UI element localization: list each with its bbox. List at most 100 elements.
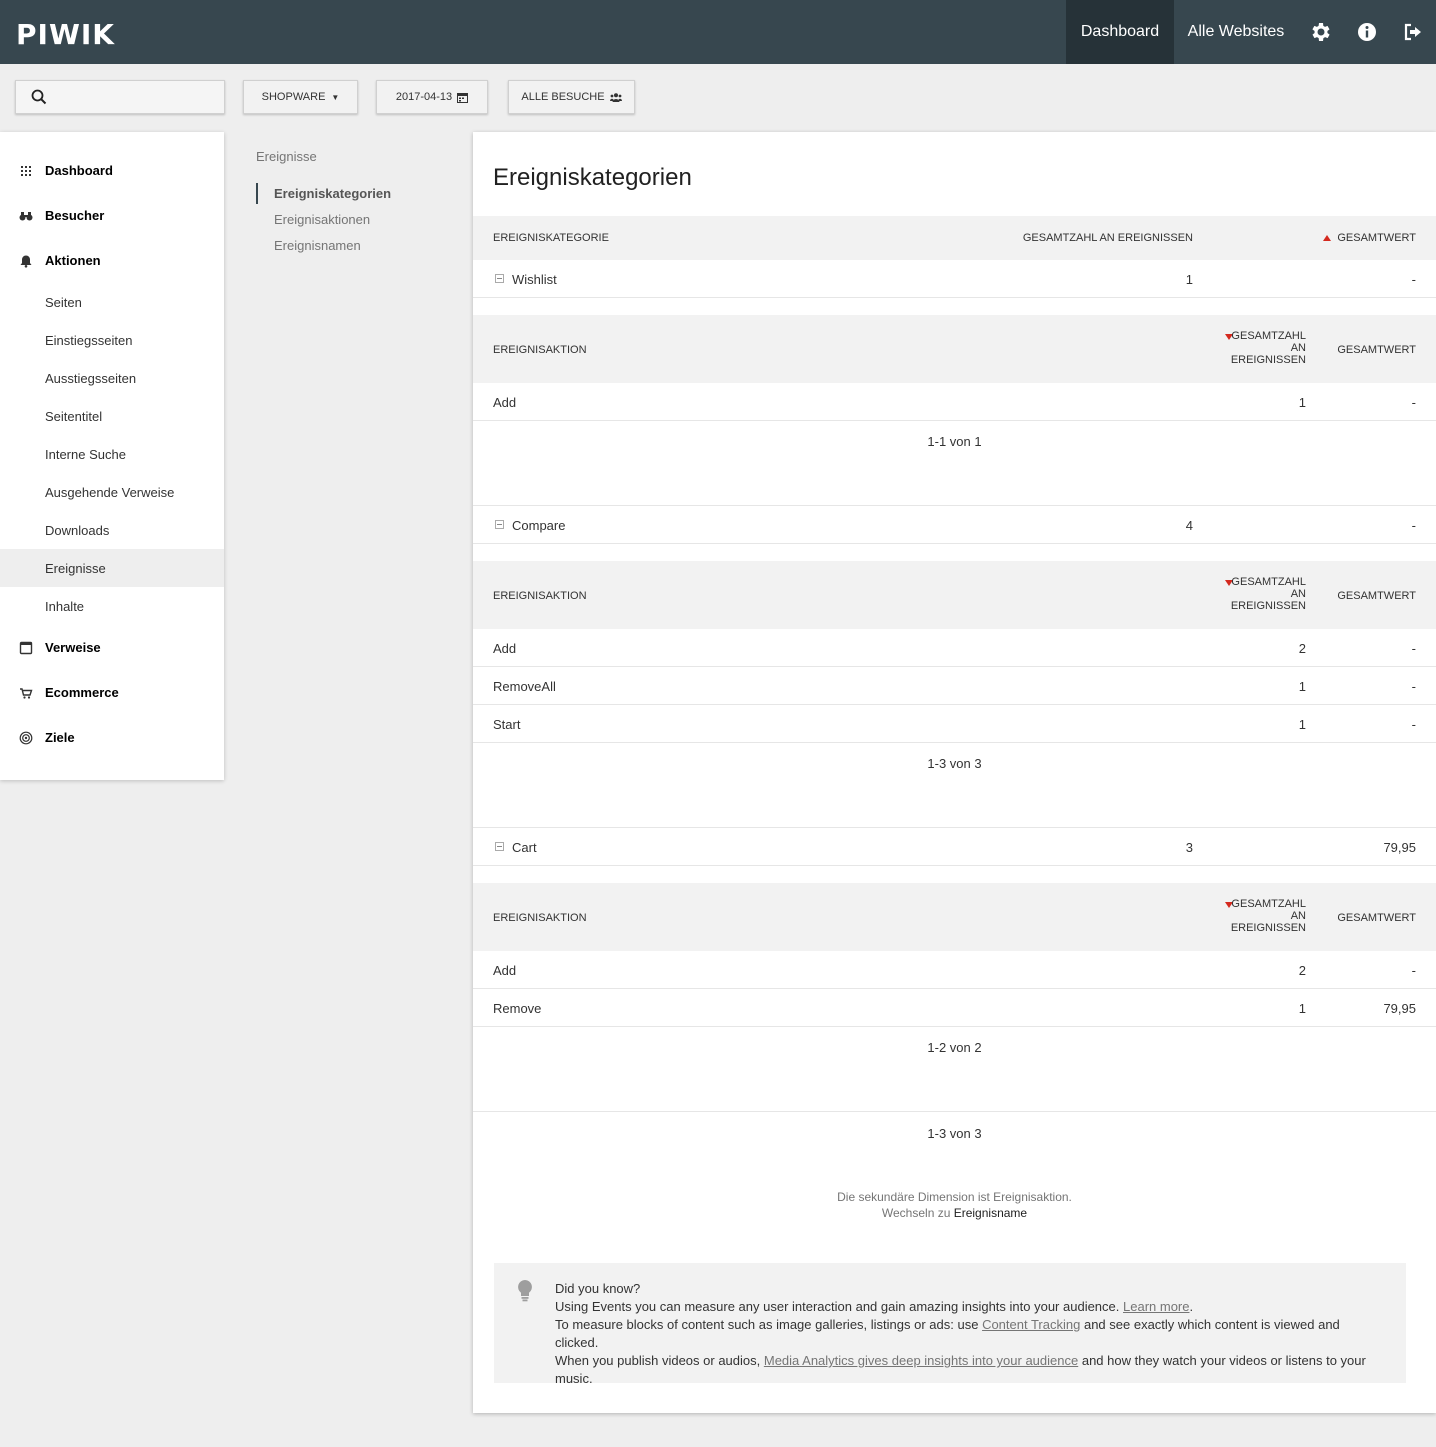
- action-value: -: [1411, 679, 1416, 694]
- action-total: 1: [1298, 679, 1306, 694]
- tip-line-3-text-a: When you publish videos or audios,: [555, 1353, 761, 1368]
- sidebar-subitem-label: Interne Suche: [45, 446, 126, 462]
- sidebar-subitem-einstiegsseiten[interactable]: Einstiegsseiten: [0, 321, 224, 359]
- column-header-total[interactable]: GESAMTZAHL AN EREIGNISSEN: [1023, 232, 1193, 244]
- collapse-icon[interactable]: [495, 274, 504, 283]
- sidebar-item-label: Besucher: [45, 208, 105, 223]
- column-header-category[interactable]: EREIGNISKATEGORIE: [493, 232, 609, 244]
- nav-dashboard-link[interactable]: Dashboard: [1066, 0, 1174, 64]
- sidebar-subitem-downloads[interactable]: Downloads: [0, 511, 224, 549]
- tip-line-1: Using Events you can measure any user in…: [555, 1299, 1194, 1314]
- sidebar-subitem-ausgehende-verweise[interactable]: Ausgehende Verweise: [0, 473, 224, 511]
- table-row-action[interactable]: Add 1 -: [473, 383, 1436, 421]
- subtable-header: EREIGNISAKTION GESAMTZAHL AN EREIGNISSEN G…: [473, 883, 1436, 951]
- subcolumn-header-total[interactable]: GESAMTZAHL AN EREIGNISSEN: [1231, 330, 1306, 366]
- submenu-item-ereigniskategorien[interactable]: Ereigniskategorien: [274, 186, 391, 201]
- sidebar-item-label: Ecommerce: [45, 685, 119, 700]
- tip-line-2: To measure blocks of content such as ima…: [555, 1316, 1385, 1352]
- sidebar-subitem-label: Einstiegsseiten: [45, 332, 133, 348]
- submenu-item-ereignisnamen[interactable]: Ereignisnamen: [274, 238, 361, 253]
- sidebar-subitem-label: Downloads: [45, 522, 110, 538]
- table-header: EREIGNISKATEGORIE GESAMTZAHL AN EREIGNIS…: [473, 216, 1436, 260]
- site-selector[interactable]: SHOPWARE ▼: [243, 80, 358, 114]
- subcolumn-header-total[interactable]: GESAMTZAHL AN EREIGNISSEN: [1231, 576, 1306, 612]
- table-row-action[interactable]: RemoveAll 1 -: [473, 667, 1436, 705]
- action-name: RemoveAll: [493, 679, 556, 694]
- content-tracking-link[interactable]: Content Tracking: [982, 1317, 1080, 1332]
- table-row-action[interactable]: Remove 1 79,95: [473, 989, 1436, 1027]
- sidebar-subitem-inhalte[interactable]: Inhalte: [0, 587, 224, 625]
- subcolumn-header-action[interactable]: EREIGNISAKTION: [493, 590, 587, 602]
- category-value: -: [1411, 272, 1416, 287]
- info-icon[interactable]: [1355, 20, 1379, 44]
- users-icon: [609, 92, 622, 102]
- media-analytics-link[interactable]: Media Analytics gives deep insights into…: [764, 1353, 1078, 1368]
- sidebar-subitem-label: Ausstiegsseiten: [45, 370, 137, 386]
- action-value: -: [1411, 963, 1416, 978]
- collapse-icon[interactable]: [495, 520, 504, 529]
- caret-down-icon: ▼: [331, 92, 340, 102]
- action-value: 79,95: [1383, 1001, 1416, 1016]
- subcolumn-header-action[interactable]: EREIGNISAKTION: [493, 344, 587, 356]
- subtable-pagination: 1-1 von 1: [927, 434, 982, 449]
- report-title: Ereigniskategorien: [493, 164, 692, 191]
- action-total: 2: [1298, 641, 1306, 656]
- sidebar-item-besucher[interactable]: Besucher: [0, 193, 224, 238]
- category-name: Compare: [512, 518, 566, 533]
- subcolumn-header-total-line1: GESAMTZAHL: [1231, 898, 1306, 910]
- piwik-logo[interactable]: PIWIK: [16, 18, 115, 51]
- subcolumn-header-total-line2: AN: [1290, 910, 1306, 922]
- row-divider: [473, 420, 1436, 421]
- sidebar-subitem-interne-suche[interactable]: Interne Suche: [0, 435, 224, 473]
- sidebar-item-ecommerce[interactable]: Ecommerce: [0, 670, 224, 715]
- subtable-header: EREIGNISAKTION GESAMTZAHL AN EREIGNISSEN G…: [473, 561, 1436, 629]
- subcolumn-header-value[interactable]: GESAMTWERT: [1337, 912, 1416, 924]
- sidebar-subitem-label: Inhalte: [45, 598, 85, 614]
- collapse-icon[interactable]: [495, 842, 504, 851]
- sidebar-subitem-seiten[interactable]: Seiten: [0, 283, 224, 321]
- secondary-dimension-switch: Wechseln zu Ereignisname: [473, 1205, 1436, 1221]
- learn-more-link[interactable]: Learn more: [1123, 1299, 1189, 1314]
- subcolumn-header-action[interactable]: EREIGNISAKTION: [493, 912, 587, 924]
- subcolumn-header-value[interactable]: GESAMTWERT: [1337, 590, 1416, 602]
- sidebar-subitem-seitentitel[interactable]: Seitentitel: [0, 397, 224, 435]
- category-total: 1: [1185, 272, 1193, 287]
- row-divider: [473, 742, 1436, 743]
- subcolumn-header-total[interactable]: GESAMTZAHL AN EREIGNISSEN: [1231, 898, 1306, 934]
- secondary-dimension-note: Die sekundäre Dimension ist Ereignisakti…: [473, 1189, 1436, 1221]
- sidebar-subitem-ausstiegsseiten[interactable]: Ausstiegsseiten: [0, 359, 224, 397]
- sidebar-subitem-label: Seitentitel: [45, 408, 103, 424]
- table-row-category[interactable]: Compare 4 -: [473, 506, 1436, 544]
- action-name: Add: [493, 395, 517, 410]
- date-selector[interactable]: 2017-04-13: [376, 80, 488, 114]
- search-input[interactable]: [15, 80, 225, 114]
- category-name: Cart: [512, 840, 537, 855]
- segment-selector[interactable]: ALLE BESUCHE: [508, 80, 635, 114]
- logout-icon[interactable]: [1401, 20, 1425, 44]
- table-pagination: 1-3 von 3: [927, 1126, 982, 1141]
- submenu-item-ereignisaktionen[interactable]: Ereignisaktionen: [274, 212, 370, 227]
- nav-all-websites-link[interactable]: Alle Websites: [1174, 0, 1298, 64]
- column-header-value[interactable]: GESAMTWERT: [1323, 232, 1416, 244]
- table-row-action[interactable]: Add 2 -: [473, 951, 1436, 989]
- sidebar-item-verweise[interactable]: Verweise: [0, 625, 224, 670]
- calendar-icon: [457, 92, 469, 103]
- table-row-action[interactable]: Start 1 -: [473, 705, 1436, 743]
- sidebar-item-ziele[interactable]: Ziele: [0, 715, 224, 760]
- table-row-action[interactable]: Add 2 -: [473, 629, 1436, 667]
- sidebar-item-aktionen[interactable]: Aktionen: [0, 238, 224, 283]
- table-row-category[interactable]: Wishlist 1 -: [473, 260, 1436, 298]
- category-total: 4: [1185, 518, 1193, 533]
- tip-line-1-text: Using Events you can measure any user in…: [555, 1299, 1120, 1314]
- subcolumn-header-value[interactable]: GESAMTWERT: [1337, 344, 1416, 356]
- row-divider: [473, 1026, 1436, 1027]
- sidebar-subitem-ereignisse[interactable]: Ereignisse: [0, 549, 224, 587]
- table-row-category[interactable]: Cart 3 79,95: [473, 828, 1436, 866]
- secondary-dimension-text: Die sekundäre Dimension ist Ereignisakti…: [837, 1190, 1072, 1204]
- sort-ascending-icon: [1323, 235, 1332, 242]
- gear-icon[interactable]: [1309, 20, 1333, 44]
- switch-to-ereignisname-link[interactable]: Ereignisname: [954, 1206, 1027, 1220]
- row-divider: [473, 543, 1436, 544]
- sidebar-item-dashboard[interactable]: Dashboard: [0, 148, 224, 193]
- row-divider: [473, 297, 1436, 298]
